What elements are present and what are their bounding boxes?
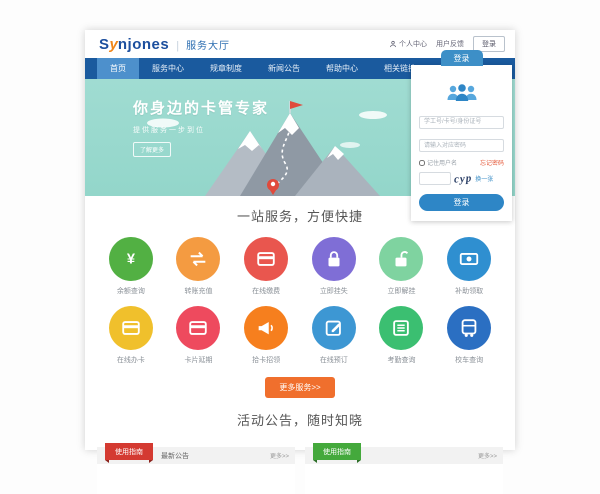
user-feedback-label: 用户反馈 — [436, 39, 464, 49]
service-item-6[interactable]: 在线办卡 — [97, 306, 165, 365]
guide-panel-left: 使用指南 最新公告 更多>> — [97, 447, 295, 494]
more-services-button[interactable]: 更多服务>> — [265, 377, 334, 398]
user-icon — [389, 40, 397, 48]
login-tab[interactable]: 登录 — [441, 50, 483, 66]
account-input[interactable] — [419, 116, 504, 129]
nav-item-1[interactable]: 服务中心 — [139, 58, 197, 79]
page: S y njones | 服务大厅 个人中心 用户反馈 登录 首页服务中心规章制… — [85, 30, 515, 450]
banknote-icon — [447, 237, 491, 281]
latest-announcements-tab[interactable]: 最新公告 — [161, 451, 189, 461]
personal-center-link[interactable]: 个人中心 — [389, 39, 427, 49]
service-item-3[interactable]: 立即挂失 — [300, 237, 368, 296]
megaphone-icon — [244, 306, 288, 350]
login-panel: 登录 记住用户名 忘记密码 cyp 换一张 登录 — [411, 65, 512, 221]
login-submit-button[interactable]: 登录 — [419, 194, 504, 211]
service-item-5[interactable]: 补助领取 — [435, 237, 503, 296]
service-label: 在线预订 — [320, 355, 348, 365]
logo-accent-letter: y — [110, 36, 118, 53]
card-icon — [244, 237, 288, 281]
service-item-9[interactable]: 在线预订 — [300, 306, 368, 365]
left-panel-body — [97, 464, 295, 494]
logo[interactable]: S y njones | 服务大厅 — [99, 36, 230, 53]
services-grid: ¥ 余额查询 转账充值 在线缴费 立即挂失 立即解挂 补助领取在线办卡 卡片延期 拾卡招领 在线预… — [85, 225, 515, 365]
hero-title: 你身边的卡管专家 — [133, 97, 269, 118]
captcha-input[interactable] — [419, 172, 451, 185]
forgot-password-link[interactable]: 忘记密码 — [480, 158, 504, 167]
edit-icon — [312, 306, 356, 350]
right-more-link[interactable]: 更多>> — [478, 451, 497, 460]
captcha-image[interactable]: cyp — [454, 172, 473, 185]
logo-text-prefix: S — [99, 36, 110, 53]
transfer-icon — [176, 237, 220, 281]
nav-item-3[interactable]: 新闻公告 — [255, 58, 313, 79]
service-item-11[interactable]: 校车查询 — [435, 306, 503, 365]
yen-icon: ¥ — [109, 237, 153, 281]
lock-icon — [312, 237, 356, 281]
service-label: 立即挂失 — [320, 286, 348, 296]
nav-item-4[interactable]: 帮助中心 — [313, 58, 371, 79]
service-item-8[interactable]: 拾卡招领 — [232, 306, 300, 365]
card-icon — [176, 306, 220, 350]
service-label: 补助领取 — [455, 286, 483, 296]
service-item-7[interactable]: 卡片延期 — [165, 306, 233, 365]
service-label: 在线办卡 — [117, 355, 145, 365]
password-input[interactable] — [419, 139, 504, 152]
remember-label: 记住用户名 — [427, 158, 457, 167]
activity-title: 活动公告，随时知晓 — [85, 410, 515, 429]
right-panel-body — [305, 464, 503, 494]
unlock-icon — [379, 237, 423, 281]
hero-banner: 你身边的卡管专家 提供服务一步到位 了解更多 登录 记住用户名 忘记密码 — [85, 79, 515, 196]
refresh-captcha-link[interactable]: 换一张 — [475, 174, 493, 183]
service-label: 校车查询 — [455, 355, 483, 365]
activity-section: 活动公告，随时知晓 使用指南 最新公告 更多>> 使用指南 更多>> — [85, 410, 515, 494]
logo-text-suffix: njones — [118, 36, 169, 53]
card-icon — [109, 306, 153, 350]
service-label: 余额查询 — [117, 286, 145, 296]
left-more-link[interactable]: 更多>> — [270, 451, 289, 460]
guide-panel-right: 使用指南 更多>> — [305, 447, 503, 494]
service-label: 拾卡招领 — [252, 355, 280, 365]
service-label: 在线缴费 — [252, 286, 280, 296]
remember-checkbox[interactable] — [419, 160, 425, 166]
service-label: 转账充值 — [184, 286, 212, 296]
personal-center-label: 个人中心 — [399, 39, 427, 49]
list-icon — [379, 306, 423, 350]
service-item-1[interactable]: 转账充值 — [165, 237, 233, 296]
service-item-2[interactable]: 在线缴费 — [232, 237, 300, 296]
left-ribbon-tab[interactable]: 使用指南 — [105, 443, 153, 460]
bus-icon — [447, 306, 491, 350]
hero-subtitle: 提供服务一步到位 — [133, 125, 269, 135]
hero-cta-button[interactable]: 了解更多 — [133, 142, 171, 157]
nav-item-0[interactable]: 首页 — [97, 58, 139, 79]
logo-subtitle: 服务大厅 — [186, 37, 230, 52]
service-item-0[interactable]: ¥ 余额查询 — [97, 237, 165, 296]
right-ribbon-tab[interactable]: 使用指南 — [313, 443, 361, 460]
service-label: 卡片延期 — [184, 355, 212, 365]
nav-item-2[interactable]: 规章制度 — [197, 58, 255, 79]
svg-text:¥: ¥ — [127, 252, 136, 268]
hero-copy: 你身边的卡管专家 提供服务一步到位 了解更多 — [133, 97, 269, 157]
service-item-10[interactable]: 考勤查询 — [368, 306, 436, 365]
users-group-icon — [419, 83, 504, 103]
service-item-4[interactable]: 立即解挂 — [368, 237, 436, 296]
service-label: 立即解挂 — [387, 286, 415, 296]
services-section: 一站服务，方便快捷 ¥余额查询转账充值在线缴费立即挂失立即解挂补助领取在线办卡卡… — [85, 196, 515, 398]
user-feedback-link[interactable]: 用户反馈 — [436, 39, 464, 49]
logo-divider: | — [176, 40, 179, 52]
service-label: 考勤查询 — [387, 355, 415, 365]
